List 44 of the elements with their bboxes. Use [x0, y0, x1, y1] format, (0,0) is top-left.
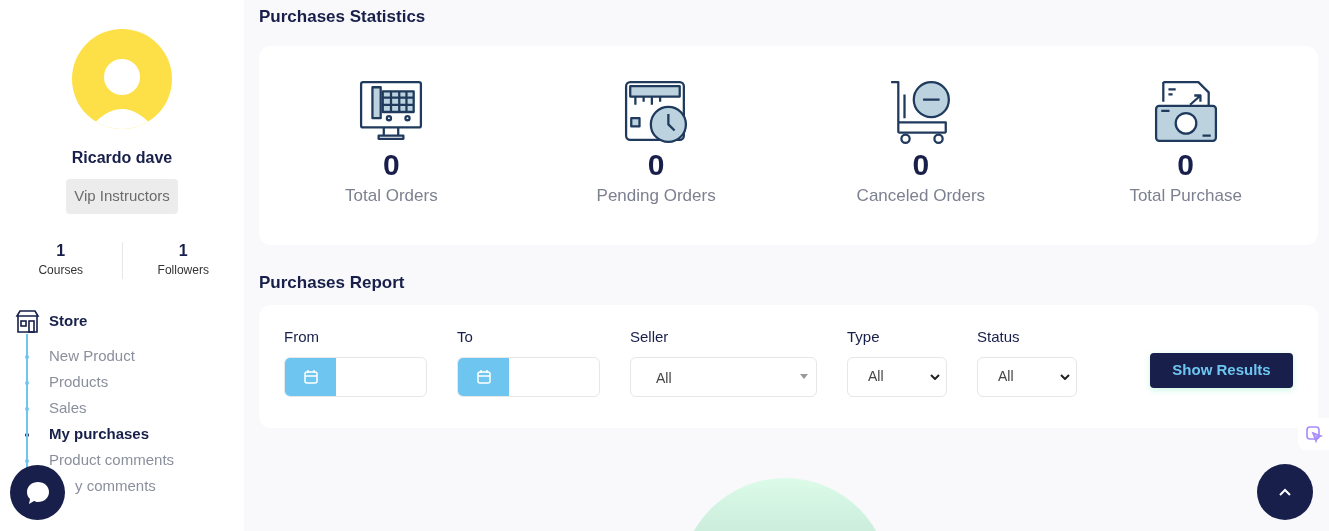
calendar-icon [475, 368, 492, 385]
stat-label: Canceled Orders [856, 184, 986, 207]
field-label: From [284, 327, 320, 347]
status-dropdown[interactable]: All [977, 356, 1077, 397]
section-title: Purchases Report [259, 271, 406, 294]
stat-value: 0 [1177, 146, 1194, 183]
stat-value: 1 [178, 241, 188, 260]
dropdown-value: All [868, 367, 884, 386]
stat-value: 0 [383, 146, 400, 183]
calendar-icon [302, 368, 319, 385]
seller-dropdown[interactable]: All [630, 356, 817, 397]
chat-bubble-icon [24, 479, 51, 506]
field-label: Seller [630, 327, 670, 347]
user-name: Ricardo dave [71, 148, 173, 168]
widget-icon[interactable] [1298, 418, 1329, 450]
stat-label: Courses [38, 261, 84, 279]
show-results-button[interactable]: Show Results [1150, 353, 1293, 388]
type-dropdown[interactable]: All [847, 356, 947, 397]
menu-item[interactable]: My purchases [49, 423, 150, 446]
chevron-down-icon [930, 373, 940, 380]
date-field[interactable] [284, 356, 427, 397]
storefront-clock-icon [623, 78, 690, 145]
date-field[interactable] [457, 356, 600, 397]
field-label: To [457, 327, 474, 347]
field-label: Status [977, 327, 1021, 347]
scroll-to-top-button[interactable] [1257, 464, 1313, 520]
caret-icon [800, 374, 808, 379]
role-badge: Vip Instructors [66, 179, 178, 214]
money-document-icon [1152, 78, 1219, 145]
dropdown-value: All [656, 369, 672, 388]
stat-label: Total Orders [345, 184, 438, 207]
stat-value: 1 [56, 241, 66, 260]
store-icon [15, 308, 40, 334]
stat-label: Total Purchase [1129, 184, 1242, 207]
stat-value: 0 [912, 146, 930, 183]
section-title: Purchases Statistics [259, 6, 427, 28]
stat-label: Pending Orders [596, 184, 716, 207]
stat-value: 0 [647, 146, 665, 183]
chevron-up-icon [1279, 488, 1291, 496]
menu-section-title: Store [49, 310, 88, 331]
field-label: Type [847, 327, 881, 347]
stat-label: Followers [157, 261, 209, 279]
dropdown-value: All [998, 367, 1014, 386]
chevron-down-icon [1060, 373, 1070, 380]
